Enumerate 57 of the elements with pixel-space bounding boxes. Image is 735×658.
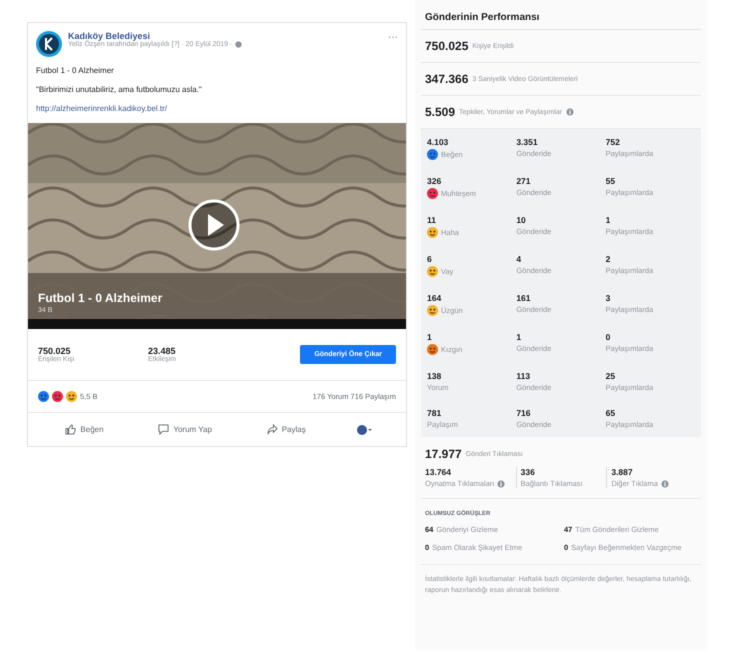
like-button[interactable]: Beğen: [59, 422, 110, 437]
page-logo-icon[interactable]: [36, 31, 62, 57]
click-count: 3.887: [611, 467, 634, 477]
haha-reaction-icon: [66, 391, 77, 402]
info-icon[interactable]: [660, 480, 669, 488]
on-shares-count: 1: [606, 215, 612, 225]
on-post-count: 10: [516, 215, 527, 225]
on-post-count: 113: [516, 371, 532, 381]
metric-value: 5.509: [425, 105, 456, 119]
reaction-total: 781: [427, 408, 442, 418]
on-shares-count: 3: [606, 293, 612, 303]
metric-value: 750.025: [425, 39, 468, 53]
audience-selector[interactable]: [354, 422, 375, 436]
page-name[interactable]: Kadıköy Belediyesi: [68, 31, 242, 41]
thumbs-up-icon: [65, 424, 76, 435]
click-count: 13.764: [425, 467, 452, 477]
on-shares-count: 752: [606, 137, 621, 147]
on-post-count: 271: [516, 176, 532, 186]
play-icon[interactable]: [188, 199, 240, 251]
more-options-button[interactable]: ···: [388, 31, 398, 43]
reaction-total: 6: [427, 254, 433, 264]
sad-reaction-icon: [427, 305, 438, 316]
angry-reaction-icon: [427, 344, 438, 355]
reaction-total: 326: [427, 176, 442, 186]
on-shares-count: 2: [606, 254, 612, 264]
reaction-total: 11: [427, 215, 437, 225]
speech-bubble-icon: [158, 424, 170, 435]
on-post-count: 1: [516, 332, 522, 342]
share-arrow-icon: [266, 424, 278, 435]
stat-value: 750.025: [38, 346, 71, 356]
on-post-count: 4: [516, 254, 522, 264]
on-post-count: 3.351: [516, 137, 539, 147]
reaction-total: 138: [427, 371, 442, 381]
on-shares-count: 25: [606, 371, 616, 381]
on-shares-count: 55: [606, 176, 616, 186]
haha-reaction-icon: [427, 227, 438, 238]
post-link[interactable]: http://alzheimerinrenkli.kadikoy.bel.tr/: [28, 99, 406, 123]
video-title: Futbol 1 - 0 Alzheimer: [38, 291, 162, 305]
stat-value: 23.485: [148, 346, 177, 356]
wow-reaction-icon: [427, 266, 438, 277]
on-post-count: 161: [516, 293, 532, 303]
share-button[interactable]: Paylaş: [260, 422, 312, 437]
panel-title: Gönderinin Performansı: [421, 0, 701, 30]
on-shares-count: 65: [606, 408, 616, 418]
post-text: "Birbirimizi unutabiliriz, ama futbolumuzu asla.": [35, 84, 203, 96]
on-post-count: 716: [516, 408, 532, 418]
post-text: Futbol 1 - 0 Alzheimer: [35, 65, 115, 77]
metric-value: 347.366: [425, 72, 468, 86]
on-shares-count: 0: [606, 332, 612, 342]
metric-value: 17.977: [425, 447, 462, 461]
reaction-total: 1: [427, 332, 433, 342]
reaction-total: 164: [427, 293, 442, 303]
click-count: 336: [520, 467, 536, 477]
reaction-total: 4.103: [427, 137, 450, 147]
info-icon[interactable]: [566, 108, 574, 116]
info-icon[interactable]: [497, 480, 506, 488]
comment-button[interactable]: Yorum Yap: [152, 422, 218, 437]
